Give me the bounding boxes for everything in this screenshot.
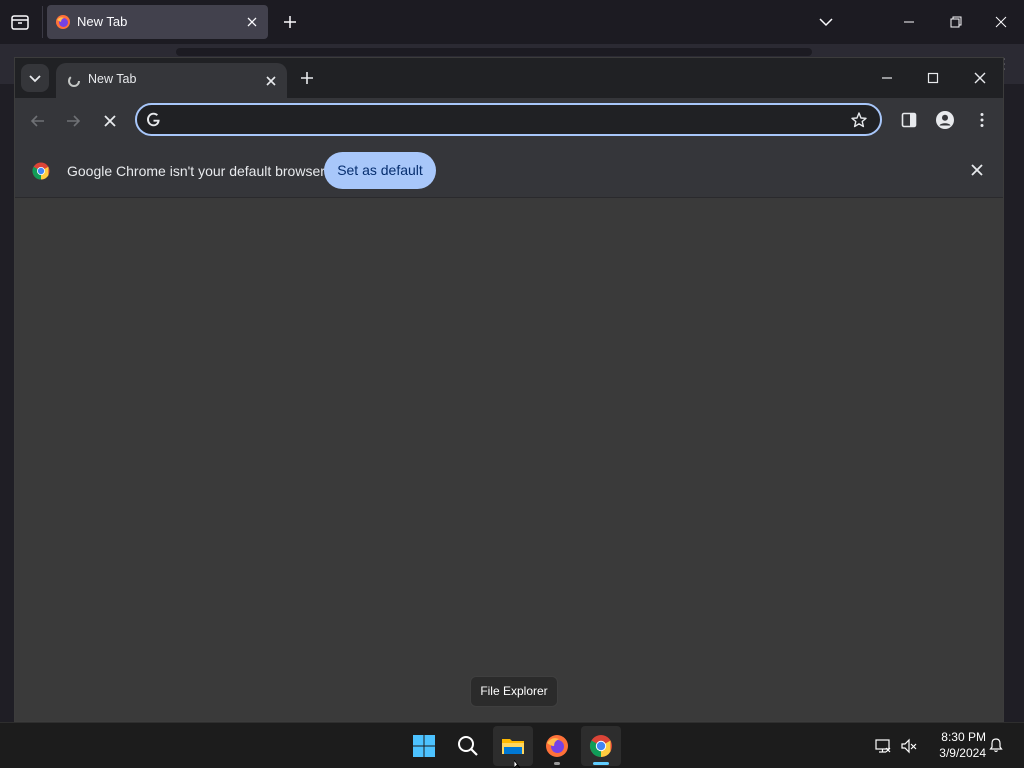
page-content [15, 198, 1003, 721]
firefox-view-icon[interactable] [8, 10, 32, 34]
chrome-logo-icon [32, 162, 50, 180]
back-arrow-icon[interactable] [29, 112, 47, 130]
firefox-tab-strip: New Tab [0, 0, 1024, 44]
search-button[interactable] [448, 726, 488, 766]
tab-search-button[interactable] [21, 64, 49, 92]
mouse-cursor-icon [514, 760, 522, 768]
running-indicator [554, 762, 560, 765]
taskbar: 8:30 PM 3/9/2024 [0, 722, 1024, 768]
stop-loading-icon[interactable] [101, 112, 119, 130]
forward-arrow-icon[interactable] [64, 112, 82, 130]
bookmark-star-icon[interactable] [850, 111, 868, 129]
close-icon[interactable] [244, 14, 260, 30]
network-icon[interactable] [874, 737, 892, 755]
default-browser-infobar: Google Chrome isn't your default browser… [15, 143, 1003, 198]
firefox-icon [55, 14, 71, 30]
firefox-url-bar[interactable] [176, 48, 812, 56]
close-icon[interactable] [989, 12, 1013, 32]
chrome-new-tab-button[interactable] [299, 70, 315, 86]
start-icon [412, 734, 436, 758]
notification-bell-icon[interactable] [988, 737, 1004, 753]
chrome-tab-title: New Tab [88, 72, 137, 86]
divider [42, 6, 43, 38]
chrome-toolbar [15, 98, 1003, 143]
active-indicator [593, 762, 609, 765]
firefox-tab-new-tab[interactable]: New Tab [47, 5, 268, 39]
firefox-taskbar-button[interactable] [537, 726, 577, 766]
omnibox[interactable] [135, 103, 882, 136]
infobar-message: Google Chrome isn't your default browser [67, 163, 325, 179]
close-icon[interactable] [264, 74, 278, 88]
minimize-icon[interactable] [877, 68, 897, 88]
restore-icon[interactable] [943, 12, 967, 32]
profile-avatar-icon[interactable] [935, 110, 955, 130]
chrome-tab-new-tab[interactable]: New Tab [56, 63, 287, 98]
clock-time: 8:30 PM [941, 730, 986, 744]
chrome-taskbar-button[interactable] [581, 726, 621, 766]
address-input[interactable] [171, 108, 835, 133]
tooltip: File Explorer [470, 676, 558, 707]
close-icon[interactable] [970, 68, 990, 88]
google-g-icon [145, 111, 162, 128]
volume-muted-icon[interactable] [900, 737, 918, 755]
minimize-icon[interactable] [897, 12, 921, 32]
chrome-icon [589, 734, 613, 758]
chevron-down-icon[interactable] [816, 12, 836, 32]
clock[interactable]: 8:30 PM 3/9/2024 [926, 729, 986, 761]
maximize-icon[interactable] [923, 68, 943, 88]
start-button[interactable] [404, 726, 444, 766]
file-explorer-button[interactable] [493, 726, 533, 766]
clock-date: 3/9/2024 [939, 746, 986, 760]
chrome-tab-strip: New Tab [15, 58, 1003, 98]
kebab-menu-icon[interactable] [973, 111, 991, 129]
loading-icon [67, 74, 81, 88]
set-as-default-button[interactable]: Set as default [324, 152, 436, 189]
side-panel-icon[interactable] [900, 111, 918, 129]
firefox-new-tab-button[interactable] [280, 12, 300, 32]
chrome-window: New Tab Google Chrome isn't your default… [14, 57, 1004, 722]
file-explorer-icon [501, 734, 525, 758]
firefox-icon [545, 734, 569, 758]
close-icon[interactable] [969, 162, 985, 178]
firefox-tab-title: New Tab [77, 14, 128, 29]
search-icon [456, 734, 480, 758]
